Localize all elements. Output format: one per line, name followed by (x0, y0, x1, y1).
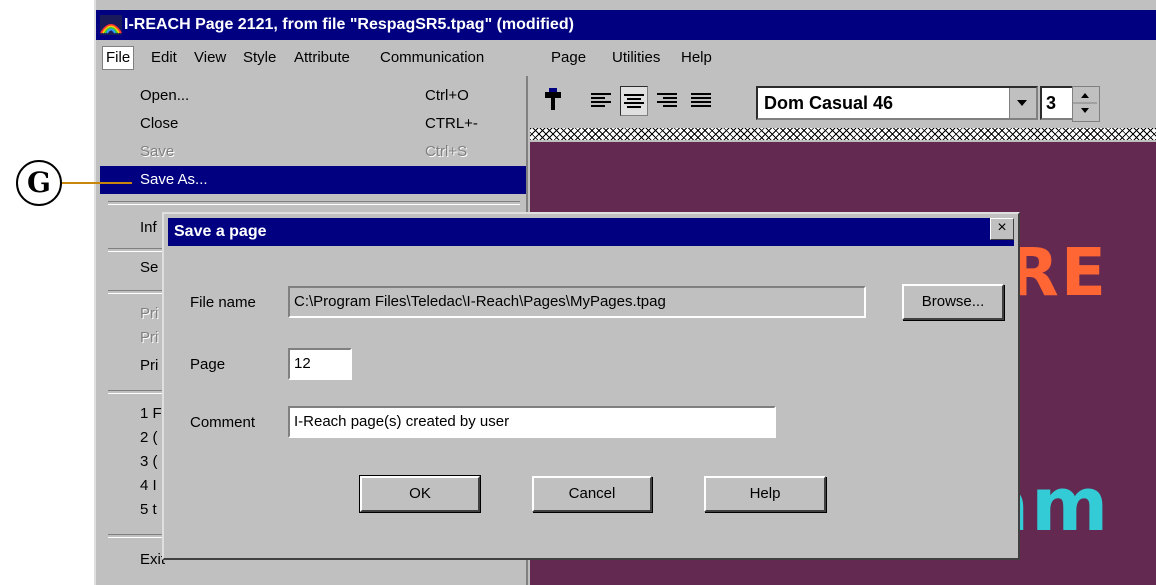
menu-item-close[interactable]: Close CTRL+- (100, 110, 526, 138)
title-bar[interactable]: I-REACH Page 2121, from file "RespagSR5.… (96, 10, 1156, 40)
cancel-button[interactable]: Cancel (532, 476, 652, 512)
menu-help[interactable]: Help (681, 49, 712, 66)
file-name-field[interactable]: C:\Program Files\Teledac\I-Reach\Pages\M… (288, 286, 866, 318)
menu-item-print-2-label: Pri (140, 329, 159, 346)
align-left-icon[interactable] (588, 86, 614, 114)
ruler-pattern (530, 128, 1156, 140)
align-center-icon[interactable] (620, 86, 648, 116)
menu-communication[interactable]: Communication (380, 49, 484, 66)
comment-label: Comment (190, 414, 256, 431)
menu-edit[interactable]: Edit (151, 49, 177, 66)
page-label: Page (190, 356, 226, 373)
menu-page[interactable]: Page (551, 49, 586, 66)
font-select-value: Dom Casual 46 (764, 93, 894, 113)
font-select[interactable]: Dom Casual 46 (756, 86, 1038, 120)
menu-item-save-as-label: Save As... (140, 171, 208, 188)
menu-item-open-label: Open... (140, 87, 190, 104)
align-justify-icon[interactable] (688, 86, 714, 114)
menu-item-info-label: Inf (140, 219, 157, 236)
callout-marker: G (16, 160, 62, 206)
help-button[interactable]: Help (704, 476, 826, 512)
page-number-field[interactable]: 12 (288, 348, 352, 380)
menu-separator (108, 201, 520, 205)
font-size-spinner[interactable] (1072, 86, 1100, 122)
dialog-title-bar[interactable]: Save a page (168, 218, 1014, 246)
menu-item-save-as[interactable]: Save As... (100, 166, 526, 194)
chevron-down-icon[interactable] (1009, 88, 1036, 118)
style-tool-icon[interactable] (540, 86, 566, 114)
menu-item-open[interactable]: Open... Ctrl+O (100, 82, 526, 110)
recent-file-5-label: 5 t (140, 501, 157, 518)
menu-item-save: Save Ctrl+S (100, 138, 526, 166)
menu-bar: File Edit View Style Attribute Communica… (96, 42, 1156, 74)
menu-item-save-shortcut: Ctrl+S (425, 143, 468, 160)
canvas-heading-text: RE (1008, 234, 1108, 311)
ok-button[interactable]: OK (359, 475, 481, 513)
menu-item-close-label: Close (140, 115, 179, 132)
dialog-title: Save a page (174, 223, 267, 240)
file-name-label: File name (190, 294, 256, 311)
close-icon[interactable]: × (990, 218, 1014, 240)
menu-item-close-shortcut: CTRL+- (425, 115, 478, 132)
menu-item-setup-label: Se (140, 259, 159, 276)
menu-style[interactable]: Style (243, 49, 276, 66)
app-logo-icon (100, 15, 122, 35)
window-title: I-REACH Page 2121, from file "RespagSR5.… (124, 16, 574, 33)
align-right-icon[interactable] (654, 86, 680, 114)
toolbar: Dom Casual 46 3 (530, 78, 1156, 126)
menu-utilities[interactable]: Utilities (612, 49, 660, 66)
menu-file[interactable]: File (102, 46, 135, 70)
menu-item-save-label: Save (140, 143, 175, 160)
menu-item-print-3-label: Pri (140, 357, 159, 374)
menu-view[interactable]: View (194, 49, 226, 66)
callout-leader-line (62, 182, 132, 184)
comment-field[interactable]: I-Reach page(s) created by user (288, 406, 776, 438)
save-page-dialog: Save a page × File name C:\Program Files… (162, 212, 1020, 560)
browse-button[interactable]: Browse... (902, 284, 1004, 320)
menu-item-open-shortcut: Ctrl+O (425, 87, 469, 104)
menu-attribute[interactable]: Attribute (294, 49, 350, 66)
font-size-value: 3 (1046, 93, 1057, 113)
